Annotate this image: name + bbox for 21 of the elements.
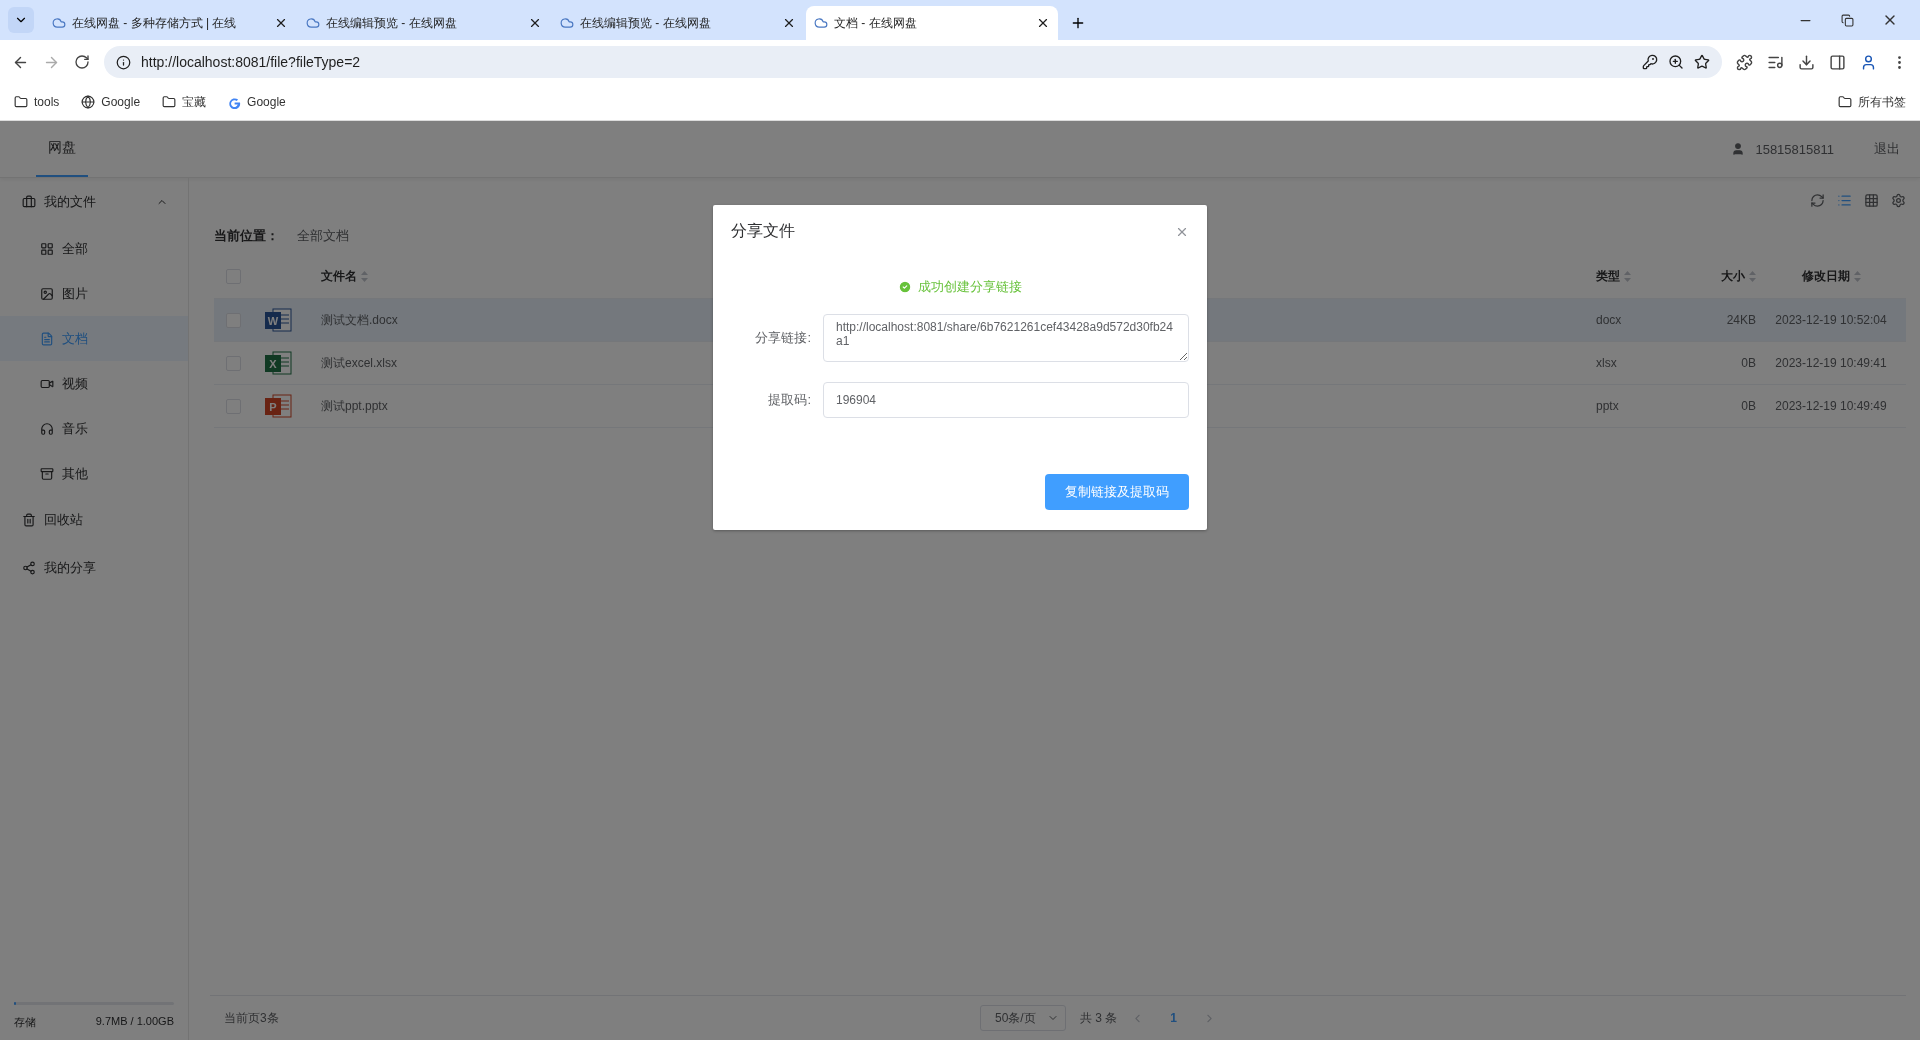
dialog-title: 分享文件 — [731, 221, 795, 241]
file-size: 0B — [1741, 399, 1756, 413]
field-label: 提取码: — [767, 391, 811, 409]
user-phone: 15815815811 — [1755, 141, 1834, 157]
file-type: xlsx — [1596, 356, 1617, 370]
file-date: 2023-12-19 10:49:49 — [1775, 399, 1887, 413]
page-count: 当前页3条 — [224, 1009, 279, 1027]
total-count: 共 3 条 — [1079, 1009, 1118, 1027]
file-type-letter: W — [267, 315, 279, 327]
file-type: pptx — [1596, 399, 1619, 413]
file-date: 2023-12-19 10:49:41 — [1775, 356, 1887, 370]
success-message: 成功创建分享链接 — [918, 278, 1022, 296]
file-type-letter: X — [269, 358, 277, 370]
storage-usage: 9.7MB / 1.00GB — [95, 1015, 174, 1029]
storage-label: 存储 — [14, 1015, 36, 1030]
file-type: docx — [1596, 313, 1622, 327]
file-date: 2023-12-19 10:52:04 — [1775, 313, 1887, 327]
breadcrumb-label: 当前位置： — [214, 227, 279, 245]
file-type-letter: P — [269, 401, 277, 413]
file-size: 0B — [1741, 356, 1756, 370]
file-size: 24KB — [1726, 313, 1756, 327]
